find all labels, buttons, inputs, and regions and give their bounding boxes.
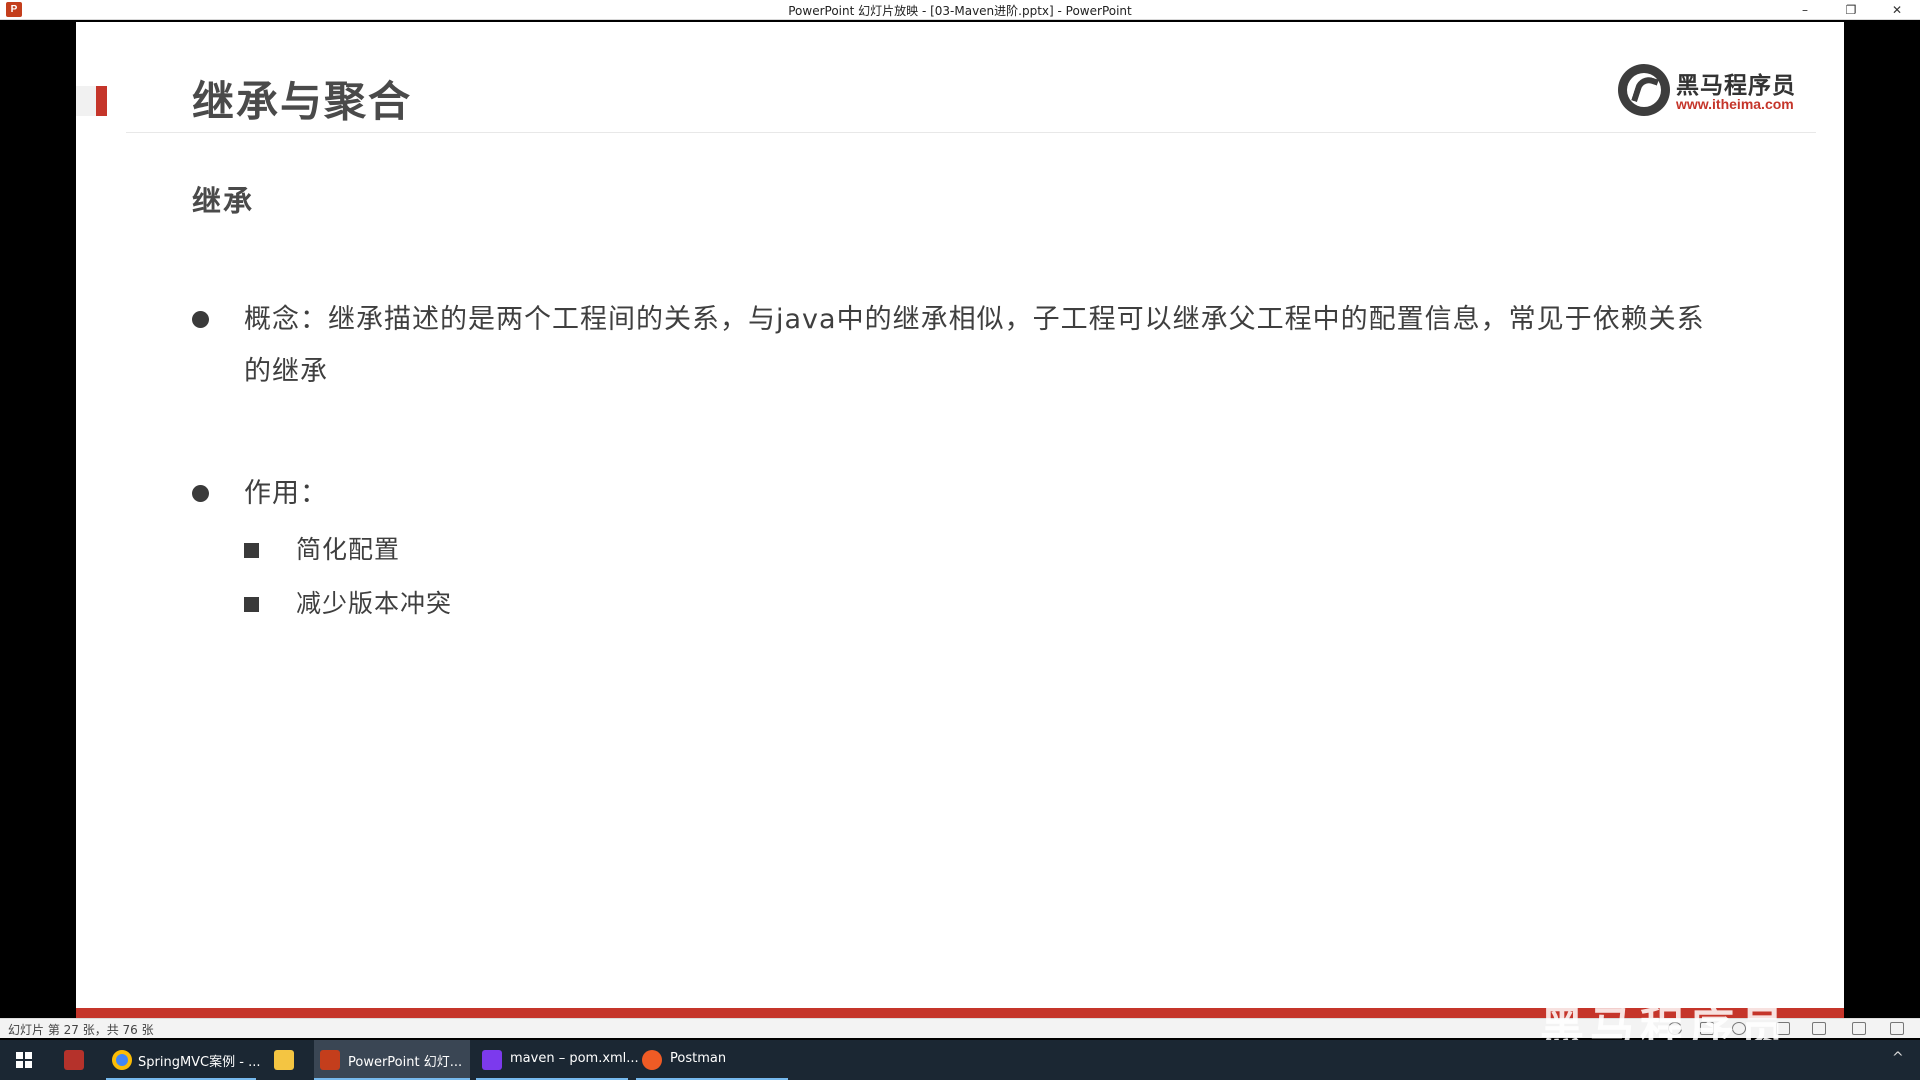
title-divider: [126, 132, 1816, 133]
slide-counter: 幻灯片 第 27 张，共 76 张: [8, 1023, 154, 1037]
slide-sorter-icon[interactable]: [1812, 1022, 1826, 1035]
slide-title: 继承与聚合: [192, 77, 413, 126]
taskbar-item-chrome[interactable]: SpringMVC案例 - ...: [106, 1040, 261, 1080]
start-button[interactable]: [0, 1040, 48, 1080]
bullet-dot-icon: [192, 311, 209, 328]
taskbar-item-intellij[interactable]: maven – pom.xml...: [476, 1040, 639, 1080]
window-title: PowerPoint 幻灯片放映 - [03-Maven进阶.pptx] - P…: [788, 4, 1132, 18]
sub-bullet-text: 简化配置: [296, 535, 401, 564]
bullet-text: 概念：继承描述的是两个工程间的关系，与java中的继承相似，子工程可以继承父工程…: [244, 304, 1705, 387]
bullet-purpose: 作用：: [192, 468, 592, 520]
logo-url: www.itheima.com: [1676, 96, 1794, 112]
sub-bullet-simplify: 简化配置: [244, 530, 544, 570]
section-heading: 继承: [192, 184, 255, 218]
logo-brand-name: 黑马程序员: [1676, 73, 1796, 99]
minimize-button[interactable]: –: [1782, 0, 1828, 20]
redis-icon: [64, 1050, 84, 1070]
taskbar-item-label: PowerPoint 幻灯...: [348, 1055, 463, 1070]
postman-icon: [642, 1050, 662, 1070]
intellij-icon: [482, 1050, 502, 1070]
reading-view-icon[interactable]: [1852, 1022, 1866, 1035]
file-explorer-icon: [274, 1050, 294, 1070]
chrome-icon: [112, 1050, 132, 1070]
window-title-bar: P PowerPoint 幻灯片放映 - [03-Maven进阶.pptx] -…: [0, 0, 1920, 20]
square-bullet-icon: [244, 597, 259, 612]
slide-canvas[interactable]: 继承与聚合 黑马程序员 www.itheima.com 继承 概念：继承描述的是…: [76, 22, 1844, 1018]
taskbar-app-pinned[interactable]: [58, 1040, 94, 1080]
square-bullet-icon: [244, 543, 259, 558]
itheima-logo: 黑马程序员 www.itheima.com: [1618, 62, 1808, 120]
title-accent-bar: [96, 86, 107, 116]
horse-logo-icon: [1618, 64, 1670, 116]
restore-button[interactable]: ❐: [1828, 0, 1874, 20]
taskbar-item-label: Postman: [670, 1051, 727, 1066]
bullet-text: 作用：: [244, 478, 328, 509]
windows-logo-icon: [16, 1052, 32, 1068]
bullet-dot-icon: [192, 485, 209, 502]
taskbar-item-powerpoint[interactable]: PowerPoint 幻灯...: [314, 1040, 470, 1080]
bullet-concept: 概念：继承描述的是两个工程间的关系，与java中的继承相似，子工程可以继承父工程…: [192, 294, 1752, 404]
taskbar-item-label: maven – pom.xml...: [510, 1051, 639, 1066]
powerpoint-icon: [320, 1050, 340, 1070]
title-accent-shadow: [76, 86, 96, 116]
sub-bullet-text: 减少版本冲突: [296, 589, 453, 618]
slideshow-view-icon[interactable]: [1890, 1022, 1904, 1035]
close-button[interactable]: ✕: [1874, 0, 1920, 20]
show-hidden-icons-icon[interactable]: ^: [1892, 1050, 1904, 1066]
taskbar: SpringMVC案例 - ... PowerPoint 幻灯... maven…: [0, 1040, 1920, 1080]
taskbar-item-explorer[interactable]: [262, 1040, 306, 1080]
sub-bullet-reduce-conflict: 减少版本冲突: [244, 584, 544, 624]
taskbar-item-label: SpringMVC案例 - ...: [138, 1055, 261, 1070]
taskbar-item-postman[interactable]: Postman: [636, 1040, 788, 1080]
